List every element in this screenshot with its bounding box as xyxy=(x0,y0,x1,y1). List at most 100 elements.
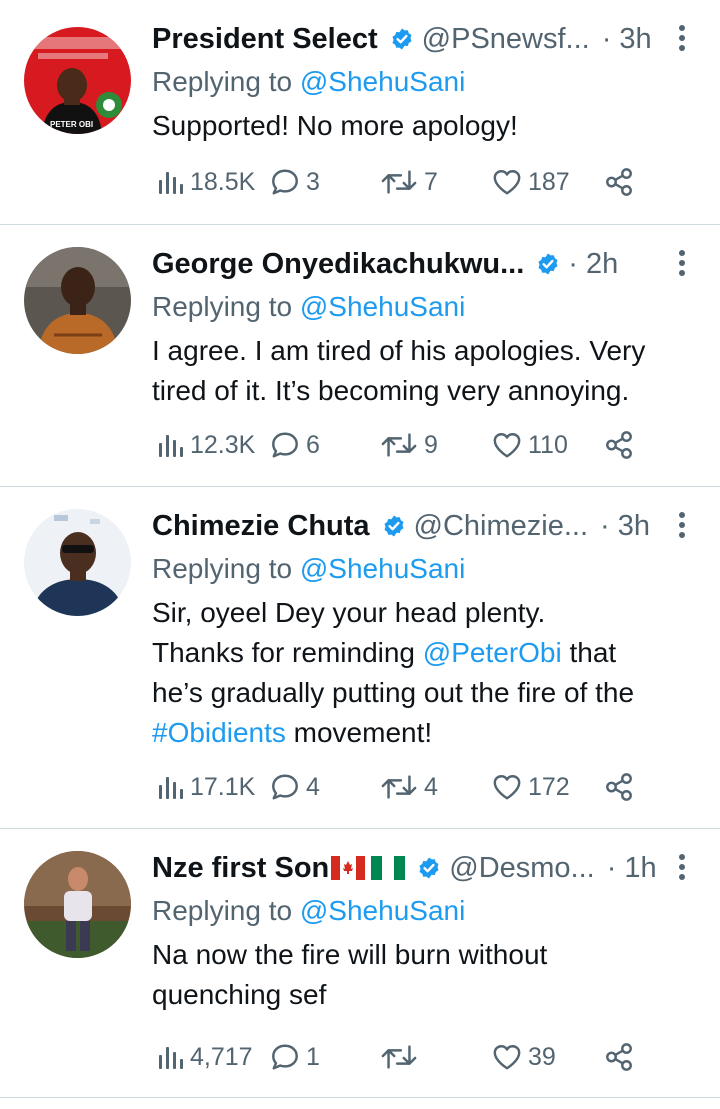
display-name[interactable]: Nze first Son xyxy=(152,852,329,885)
views-button[interactable]: 12.3K xyxy=(156,425,255,465)
replying-to: Replying to @ShehuSani xyxy=(152,289,687,325)
like-button[interactable]: 39 xyxy=(492,1037,556,1077)
tweet[interactable]: George Onyedikachukwu... · 2h Replying t… xyxy=(0,225,720,487)
views-icon xyxy=(156,773,184,801)
tweet[interactable]: PETER OBI President Select @PSnewsf... ·… xyxy=(0,0,720,225)
retweet-count: 4 xyxy=(424,772,438,801)
tweet[interactable]: Nze first Son @Desmo... · 1h Replying to… xyxy=(0,829,720,1098)
replying-to-label: Replying to xyxy=(152,66,300,97)
avatar[interactable] xyxy=(24,851,131,958)
tweet[interactable]: Chimezie Chuta @Chimezie... · 3h Replyin… xyxy=(0,487,720,829)
replying-to-mention[interactable]: @ShehuSani xyxy=(300,291,465,322)
share-icon xyxy=(604,430,634,460)
views-button[interactable]: 17.1K xyxy=(156,767,255,807)
share-icon xyxy=(604,167,634,197)
reply-button[interactable]: 3 xyxy=(270,162,320,202)
retweet-button[interactable]: 7 xyxy=(380,162,438,202)
handle[interactable]: @PSnewsf... xyxy=(422,23,590,56)
reply-count: 1 xyxy=(306,1042,320,1071)
avatar[interactable]: PETER OBI xyxy=(24,27,131,134)
tweet-text: I agree. I am tired of his apologies. Ve… xyxy=(152,331,687,411)
reply-count: 6 xyxy=(306,430,320,459)
tweet-text-fragment: movement! xyxy=(285,717,433,748)
retweet-icon xyxy=(380,168,418,196)
replying-to-label: Replying to xyxy=(152,291,300,322)
timestamp[interactable]: · 3h xyxy=(602,23,652,56)
reply-count: 4 xyxy=(306,772,320,801)
retweet-button[interactable]: 4 xyxy=(380,767,438,807)
avatar[interactable] xyxy=(24,247,131,354)
reply-button[interactable]: 4 xyxy=(270,767,320,807)
views-button[interactable]: 18.5K xyxy=(156,162,255,202)
handle[interactable]: @Chimezie... xyxy=(414,510,588,543)
timestamp[interactable]: · 1h xyxy=(607,852,657,885)
tweet-text-line: I agree. I am tired of his apologies. Ve… xyxy=(152,335,646,366)
like-button[interactable]: 187 xyxy=(492,162,570,202)
share-icon xyxy=(604,772,634,802)
like-count: 187 xyxy=(528,167,570,196)
reply-button[interactable]: 6 xyxy=(270,425,320,465)
reply-icon xyxy=(270,772,300,802)
heart-icon xyxy=(492,772,522,802)
share-button[interactable] xyxy=(604,162,634,202)
share-button[interactable] xyxy=(604,425,634,465)
tweet-text-line: tired of it. It’s becoming very annoying… xyxy=(152,375,630,406)
more-options-icon[interactable] xyxy=(678,853,686,881)
tweet-text-line: Supported! No more apology! xyxy=(152,110,518,141)
views-count: 4,717 xyxy=(190,1042,253,1071)
tweet-text-fragment: Thanks for reminding xyxy=(152,637,423,668)
retweet-button[interactable]: 9 xyxy=(380,425,438,465)
heart-icon xyxy=(492,1042,522,1072)
display-name[interactable]: Chimezie Chuta xyxy=(152,510,370,543)
timestamp[interactable]: · 2h xyxy=(568,248,618,281)
tweet-text-line: quenching sef xyxy=(152,979,327,1010)
action-bar: 18.5K 3 7 187 xyxy=(152,162,652,202)
like-count: 110 xyxy=(528,430,568,459)
more-options-icon[interactable] xyxy=(678,249,686,277)
views-button[interactable]: 4,717 xyxy=(156,1037,253,1077)
views-icon xyxy=(156,431,184,459)
timestamp[interactable]: · 3h xyxy=(600,510,650,543)
like-count: 172 xyxy=(528,772,570,801)
like-button[interactable]: 172 xyxy=(492,767,570,807)
verified-badge-icon xyxy=(382,514,406,538)
handle[interactable]: @Desmo... xyxy=(449,852,594,885)
retweet-count: 9 xyxy=(424,430,438,459)
canada-flag-icon xyxy=(331,856,366,880)
replying-to-label: Replying to xyxy=(152,553,300,584)
more-options-icon[interactable] xyxy=(678,511,686,539)
retweet-icon xyxy=(380,431,418,459)
tweet-text-fragment: that xyxy=(561,637,617,668)
mention-link[interactable]: @PeterObi xyxy=(423,637,562,668)
retweet-button[interactable] xyxy=(380,1037,424,1077)
hashtag-link[interactable]: #Obidients xyxy=(152,717,286,748)
replying-to: Replying to @ShehuSani xyxy=(152,551,687,587)
reply-button[interactable]: 1 xyxy=(270,1037,320,1077)
tweet-text-line: #Obidients movement! xyxy=(152,713,687,753)
display-name[interactable]: George Onyedikachukwu... xyxy=(152,248,524,281)
heart-icon xyxy=(492,430,522,460)
display-name[interactable]: President Select xyxy=(152,23,378,56)
replying-to-mention[interactable]: @ShehuSani xyxy=(300,553,465,584)
avatar[interactable] xyxy=(24,509,131,616)
name-flags xyxy=(331,856,406,880)
views-icon xyxy=(156,1043,184,1071)
replying-to-mention[interactable]: @ShehuSani xyxy=(300,895,465,926)
tweet-text: Supported! No more apology! xyxy=(152,106,687,146)
views-count: 18.5K xyxy=(190,167,256,196)
more-options-icon[interactable] xyxy=(678,24,686,52)
share-button[interactable] xyxy=(604,767,634,807)
tweet-text: Na now the fire will burn without quench… xyxy=(152,935,687,1015)
share-button[interactable] xyxy=(604,1037,634,1077)
share-icon xyxy=(604,1042,634,1072)
replying-to: Replying to @ShehuSani xyxy=(152,64,687,100)
verified-badge-icon xyxy=(417,856,441,880)
replying-to-mention[interactable]: @ShehuSani xyxy=(300,66,465,97)
reply-icon xyxy=(270,430,300,460)
tweet-text: Sir, oyeel Dey your head plenty. Thanks … xyxy=(152,593,687,753)
replying-to-label: Replying to xyxy=(152,895,300,926)
views-icon xyxy=(156,168,184,196)
like-button[interactable]: 110 xyxy=(492,425,568,465)
retweet-count: 7 xyxy=(424,167,438,196)
tweet-text-line: he’s gradually putting out the fire of t… xyxy=(152,677,635,708)
